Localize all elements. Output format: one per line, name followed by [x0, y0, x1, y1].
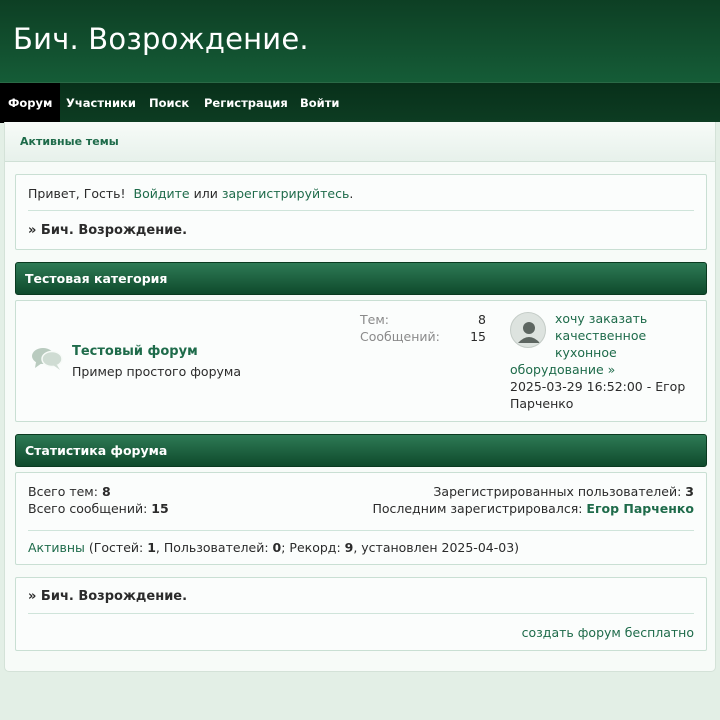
users-count: 0 [272, 540, 282, 555]
period-text: . [349, 186, 354, 201]
last-post-author: Парченко [510, 396, 574, 411]
forum-row: Тестовый форум Пример простого форума Те… [15, 300, 707, 422]
register-link[interactable]: зарегистрируйтесь [222, 186, 350, 201]
forum-title-link[interactable]: Тестовый форум [72, 344, 198, 359]
login-link[interactable]: Войдите [134, 186, 190, 201]
users-label: , Пользователей: [155, 540, 273, 555]
registered-users-label: Зарегистрированных пользователей: [433, 484, 682, 499]
nav-login[interactable]: Войти [292, 83, 347, 123]
site-title[interactable]: Бич. Возрождение. [13, 22, 309, 56]
last-registered-user-link[interactable]: Егор Парченко [586, 501, 694, 516]
active-topics-bar: Активные темы [5, 122, 715, 162]
last-post-meta: 2025-03-29 16:52:00 - Егор [510, 379, 686, 394]
site-header: Бич. Возрождение. [0, 0, 720, 82]
total-topics-label: Всего тем: [28, 484, 98, 499]
main-container: Активные темы Привет, Гость! Войдите или… [4, 122, 716, 672]
total-topics-value: 8 [101, 484, 111, 499]
topics-label: Тем: [360, 312, 389, 327]
record-date: , установлен 2025-04-03) [353, 540, 520, 555]
or-text: или [193, 186, 218, 201]
record-label: ; Рекорд: [281, 540, 345, 555]
total-posts-label: Всего сообщений: [28, 501, 148, 516]
last-post-title-line-4[interactable]: оборудование [510, 362, 604, 377]
active-topics-link[interactable]: Активные темы [20, 135, 119, 148]
nav-search[interactable]: Поиск [141, 83, 197, 123]
total-topics: Всего тем: 8 [28, 484, 111, 499]
online-users-link[interactable]: Активны [28, 540, 85, 555]
registered-users: Зарегистрированных пользователей: 3 [433, 484, 694, 499]
last-post-title-line-1[interactable]: хочу заказать [510, 310, 700, 327]
divider [28, 210, 694, 211]
divider [28, 613, 694, 614]
breadcrumb[interactable]: » Бич. Возрождение. [28, 223, 187, 238]
go-to-post-arrow[interactable]: » [608, 362, 616, 377]
stats-box: Всего тем: 8 Всего сообщений: 15 Зарегис… [15, 472, 707, 565]
last-post: хочу заказать качественное кухонное обор… [510, 310, 700, 412]
footer-box: » Бич. Возрождение. создать форум беспла… [15, 577, 707, 651]
total-posts-value: 15 [151, 501, 169, 516]
stats-header: Статистика форума [15, 434, 707, 467]
guests-count: 1 [147, 540, 156, 555]
nav-forum[interactable]: Форум [0, 83, 61, 123]
forum-description: Пример простого форума [72, 364, 241, 379]
topics-count: 8 [478, 312, 486, 327]
online-line: Активны (Гостей: 1, Пользователей: 0; Ре… [28, 540, 519, 555]
nav-members[interactable]: Участники [58, 83, 144, 123]
last-post-title-line-2[interactable]: качественное [510, 327, 700, 344]
welcome-text: Привет, Гость! [28, 186, 126, 201]
nav-register[interactable]: Регистрация [196, 83, 296, 123]
posts-count: 15 [470, 329, 486, 344]
create-forum-link[interactable]: создать форум бесплатно [522, 625, 694, 640]
welcome-line: Привет, Гость! Войдите или зарегистрируй… [28, 186, 353, 201]
divider [28, 530, 694, 531]
last-post-title-line-3[interactable]: кухонное [510, 344, 700, 361]
last-registered-label: Последним зарегистрировался: [372, 501, 583, 516]
online-text: (Гостей: [84, 540, 148, 555]
welcome-box: Привет, Гость! Войдите или зарегистрируй… [15, 174, 707, 250]
category-header[interactable]: Тестовая категория [15, 262, 707, 295]
last-registered: Последним зарегистрировался: Егор Парчен… [372, 501, 694, 516]
posts-label: Сообщений: [360, 329, 440, 344]
footer-breadcrumb[interactable]: » Бич. Возрождение. [28, 589, 187, 604]
registered-users-value: 3 [685, 484, 694, 499]
forum-speech-bubbles-icon [31, 346, 63, 372]
main-navbar: Форум Участники Поиск Регистрация Войти [0, 82, 720, 123]
total-posts: Всего сообщений: 15 [28, 501, 169, 516]
